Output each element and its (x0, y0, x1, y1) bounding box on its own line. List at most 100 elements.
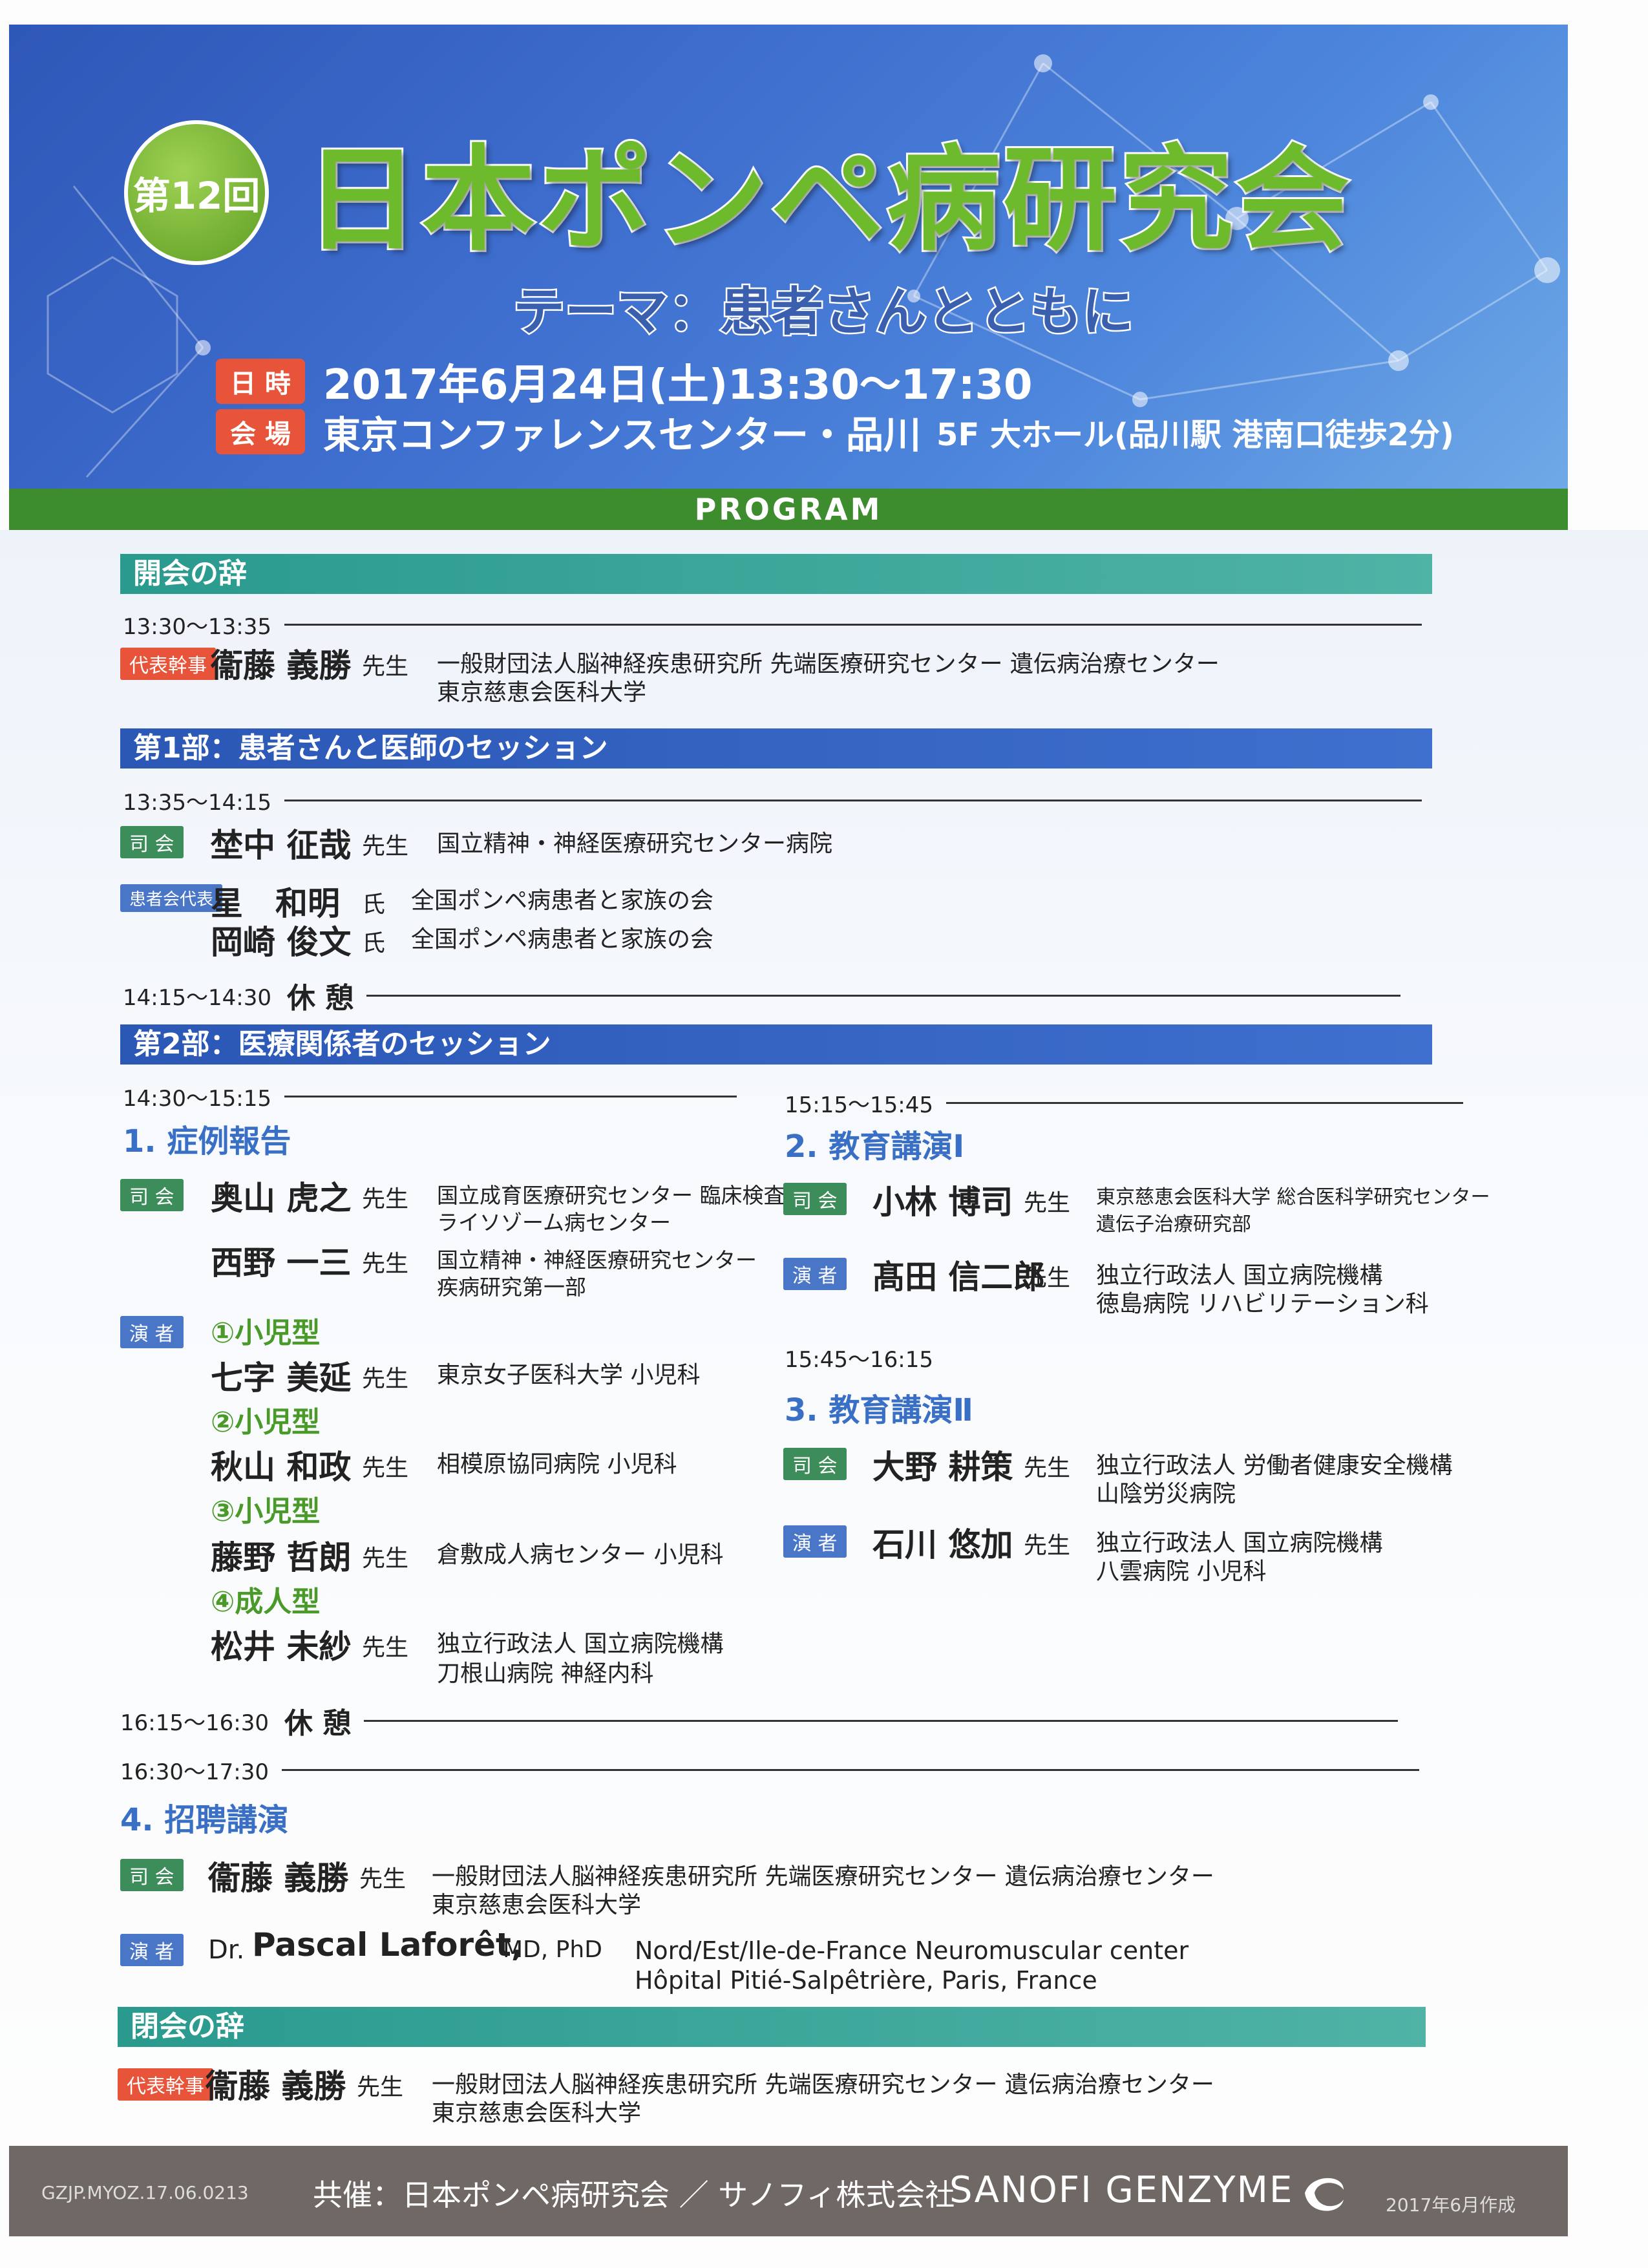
time-s3: 15:45〜16:15 (785, 1342, 933, 1373)
person-name: 奥山 虎之 (211, 1180, 352, 1217)
honorific: 氏 (362, 891, 386, 918)
event-title: 日本ポンペ病研究会 (303, 132, 1353, 268)
break-1: 14:15〜14:30 休 憩 (123, 975, 1401, 1016)
venue-sub: 5F 大ホール(品川駅 港南口徒歩2分) (936, 417, 1454, 453)
case-type: ④成人型 (211, 1585, 321, 1618)
affiliation: 八雲病院 小児科 (1096, 1558, 1267, 1585)
role-tag: 演 者 (120, 1316, 184, 1348)
honorific: 先生 (362, 1455, 409, 1481)
divider (366, 994, 1401, 997)
time-label: 15:15〜15:45 (785, 1092, 933, 1118)
person-name: 岡崎 俊文 (211, 924, 352, 961)
time-s2: 15:15〜15:45 (785, 1087, 1463, 1119)
session-title: 3. 教育講演Ⅱ (785, 1392, 973, 1428)
affiliation: 独立行政法人 労働者健康安全機構 (1096, 1452, 1453, 1479)
honorific: 先生 (362, 1635, 409, 1661)
honorific: 先生 (1024, 1190, 1071, 1216)
person-name: 七字 美延 (211, 1359, 352, 1397)
case-type: ②小児型 (211, 1406, 321, 1439)
affiliation: 東京慈恵会医科大学 (437, 679, 647, 706)
date-row: 日 時 2017年6月24日(土)13:30〜17:30 (216, 352, 1033, 411)
time-label: 14:15〜14:30 (123, 984, 271, 1011)
honorific: 先生 (357, 2074, 404, 2101)
date-text: 2017年6月24日(土)13:30〜17:30 (322, 361, 1033, 409)
person-name: 松井 未紗 (211, 1628, 352, 1666)
session-title: 2. 教育講演Ⅰ (785, 1129, 965, 1165)
divider (284, 1096, 737, 1097)
role-tag: 司 会 (783, 1183, 847, 1215)
divider (945, 1102, 1463, 1104)
honorific: 先生 (359, 1866, 407, 1892)
time-opening: 13:30〜13:35 (123, 609, 1422, 641)
honorific: 先生 (362, 833, 409, 860)
person-name: 小林 博司 (872, 1183, 1013, 1221)
document-code: GZJP.MYOZ.17.06.0213 (41, 2182, 249, 2203)
role-tag: 演 者 (783, 1525, 847, 1558)
divider (284, 624, 1422, 626)
time-label: 13:35〜14:15 (123, 790, 271, 816)
venue-row: 会 場 東京コンファレンスセンター・品川 5F 大ホール(品川駅 港南口徒歩2分… (216, 405, 1454, 459)
time-label: 13:30〜13:35 (123, 614, 271, 640)
session-title: 4. 招聘講演 (120, 1802, 289, 1838)
speaker-prefix: Dr. (208, 1935, 245, 1965)
role-tag: 司 会 (783, 1448, 847, 1480)
person-name: 衞藤 義勝 (206, 2068, 346, 2105)
role-tag: 演 者 (120, 1934, 184, 1966)
role-tag: 代表幹事 (118, 2068, 213, 2101)
time-label: 15:45〜16:15 (785, 1347, 933, 1373)
affiliation: 相模原協同病院 小児科 (437, 1451, 677, 1478)
time-part1: 13:35〜14:15 (123, 785, 1422, 816)
affiliation: 一般財団法人脳神経疾患研究所 先端医療研究センター 遺伝病治療センター (432, 1863, 1214, 1890)
time-label: 16:15〜16:30 (120, 1710, 269, 1736)
affiliation: 東京慈恵会医科大学 (432, 1892, 642, 1918)
honorific: 先生 (362, 1251, 409, 1277)
affiliation: 倉敷成人病センター 小児科 (437, 1542, 724, 1568)
honorific: 先生 (1024, 1532, 1071, 1559)
time-label: 16:30〜17:30 (120, 1759, 269, 1785)
divider (284, 800, 1422, 801)
time-label: 14:30〜15:15 (123, 1086, 271, 1112)
page: 第12回 日本ポンペ病研究会 テーマ：患者さんとともに 日 時 2017年6月2… (0, 0, 1648, 2268)
section-part1: 第1部：患者さんと医師のセッション (120, 728, 1432, 768)
affiliation: 国立成育医療研究センター 臨床検査部/ (437, 1183, 814, 1208)
venue-tag: 会 場 (216, 409, 305, 454)
honorific: 先生 (362, 1366, 409, 1392)
honorific: 先生 (362, 1545, 409, 1572)
role-tag: 患者会代表 (120, 884, 223, 912)
affiliation: Hôpital Pitié-Salpêtrière, Paris, France (635, 1966, 1097, 1995)
role-tag: 代表幹事 (120, 648, 216, 680)
affiliation: 独立行政法人 国立病院機構 (1096, 1262, 1383, 1289)
edition-badge: 第12回 (124, 120, 269, 265)
role-tag: 司 会 (120, 1859, 184, 1891)
date-tag: 日 時 (216, 359, 305, 404)
affiliation: 一般財団法人脳神経疾患研究所 先端医療研究センター 遺伝病治療センター (432, 2072, 1214, 2098)
person-name: 髙田 信二郎 (872, 1258, 1046, 1296)
affiliation: 山陰労災病院 (1096, 1481, 1236, 1507)
honorific: 氏 (362, 930, 386, 957)
role-tag: 司 会 (120, 1179, 184, 1211)
affiliation: 一般財団法人脳神経疾患研究所 先端医療研究センター 遺伝病治療センター (437, 651, 1220, 677)
sanofi-genzyme-logo: SANOFI GENZYME (949, 2169, 1294, 2211)
break-label: 休 憩 (286, 982, 354, 1015)
affiliation: ライソゾーム病センター (437, 1210, 671, 1235)
time-s1: 14:30〜15:15 (123, 1081, 737, 1112)
person-name: 石川 悠加 (872, 1526, 1013, 1563)
person-name: 藤野 哲朗 (211, 1539, 352, 1576)
person-name: 西野 一三 (211, 1244, 352, 1282)
person-name: Pascal Laforêt, (252, 1926, 523, 1964)
section-closing: 閉会の辞 (118, 2007, 1426, 2047)
affiliation: 独立行政法人 国立病院機構 (1096, 1530, 1383, 1556)
divider (364, 1719, 1399, 1722)
footer: GZJP.MYOZ.17.06.0213 共催：日本ポンペ病研究会 ／ サノフィ… (9, 2146, 1568, 2236)
affiliation: 疾病研究第一部 (437, 1275, 586, 1300)
affiliation: 東京慈恵会医科大学 総合医科学研究センター (1096, 1186, 1490, 1209)
case-type: ③小児型 (211, 1495, 321, 1528)
break-2: 16:15〜16:30 休 憩 (120, 1700, 1399, 1741)
affiliation: 刀根山病院 神経内科 (437, 1660, 654, 1687)
case-type: ①小児型 (211, 1317, 321, 1350)
person-name: 大野 耕策 (872, 1448, 1013, 1486)
divider (281, 1769, 1419, 1771)
affiliation: 国立精神・神経医療研究センター (437, 1247, 757, 1273)
affiliation: 独立行政法人 国立病院機構 (437, 1631, 724, 1657)
session-title: 1. 症例報告 (123, 1123, 291, 1160)
